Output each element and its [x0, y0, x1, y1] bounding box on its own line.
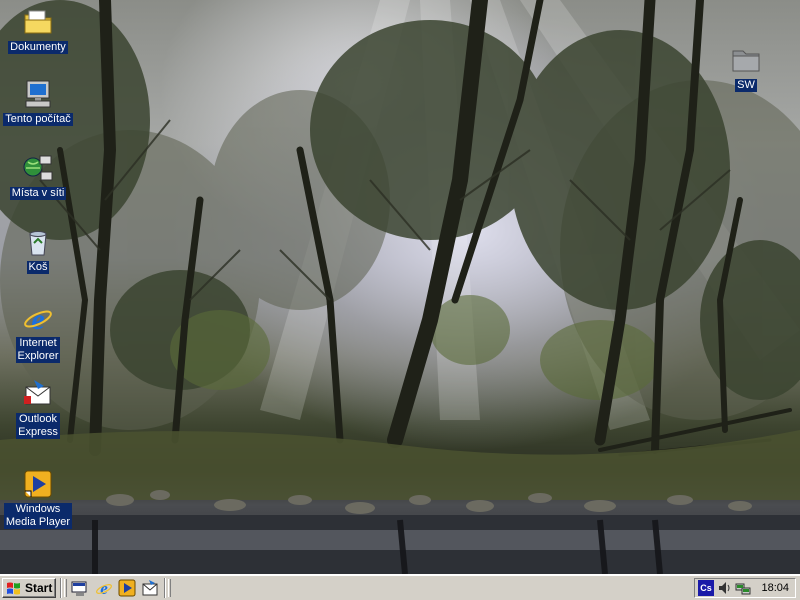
network-places-icon	[23, 155, 53, 181]
desktop-wallpaper	[0, 0, 800, 574]
folder-icon	[732, 50, 760, 72]
system-tray: Cs 18:04	[694, 578, 796, 598]
icon-label: Koš	[26, 261, 50, 274]
internet-explorer-icon: e	[24, 303, 52, 334]
folder-documents-icon	[24, 10, 52, 34]
volume-icon[interactable]	[717, 580, 733, 596]
desktop-icon-my-computer[interactable]: Tento počítač	[0, 78, 76, 126]
icon-label: Místa v síti	[9, 187, 67, 200]
icon-label: Tento počítač	[3, 113, 73, 126]
my-computer-icon	[25, 80, 51, 108]
start-button[interactable]: Start	[2, 578, 56, 598]
media-player-icon[interactable]	[118, 579, 136, 597]
desktop-icon-outlook-express[interactable]: Outlook Express	[0, 378, 76, 439]
icon-label: Outlook Express	[16, 413, 60, 439]
windows-logo-icon	[7, 582, 20, 595]
start-label: Start	[25, 581, 53, 595]
internet-explorer-icon[interactable]: e	[95, 579, 113, 597]
icon-label: Windows Media Player	[3, 503, 73, 529]
show-desktop-icon[interactable]	[71, 579, 89, 597]
taskbar-separator	[60, 578, 62, 598]
svg-text:e: e	[31, 303, 44, 334]
desktop-icon-sw-folder[interactable]: SW	[708, 44, 784, 92]
desktop-icon-network-places[interactable]: Místa v síti	[0, 152, 76, 200]
icon-label: Internet Explorer	[15, 337, 61, 363]
desktop-icon-documents[interactable]: Dokumenty	[0, 6, 76, 54]
clock[interactable]: 18:04	[761, 581, 789, 595]
taskbar: Start e Cs 18:04	[0, 574, 800, 600]
desktop-icon-media-player[interactable]: Windows Media Player	[0, 468, 76, 529]
network-icon[interactable]	[735, 580, 751, 596]
icon-label: SW	[735, 79, 757, 92]
svg-text:e: e	[100, 579, 108, 597]
quick-launch-grip[interactable]	[64, 579, 67, 597]
outlook-express-icon	[24, 380, 51, 405]
outlook-icon[interactable]	[141, 579, 159, 597]
desktop-icon-recycle-bin[interactable]: Koš	[0, 226, 76, 274]
icon-label: Dokumenty	[8, 41, 68, 54]
recycle-bin-icon	[29, 231, 47, 256]
language-indicator[interactable]: Cs	[698, 580, 714, 596]
media-player-icon	[24, 470, 52, 498]
taskbar-separator	[164, 578, 166, 598]
desktop-icon-internet-explorer[interactable]: e Internet Explorer	[0, 302, 76, 363]
forest-scene	[0, 0, 800, 574]
task-area-grip[interactable]	[168, 579, 171, 597]
